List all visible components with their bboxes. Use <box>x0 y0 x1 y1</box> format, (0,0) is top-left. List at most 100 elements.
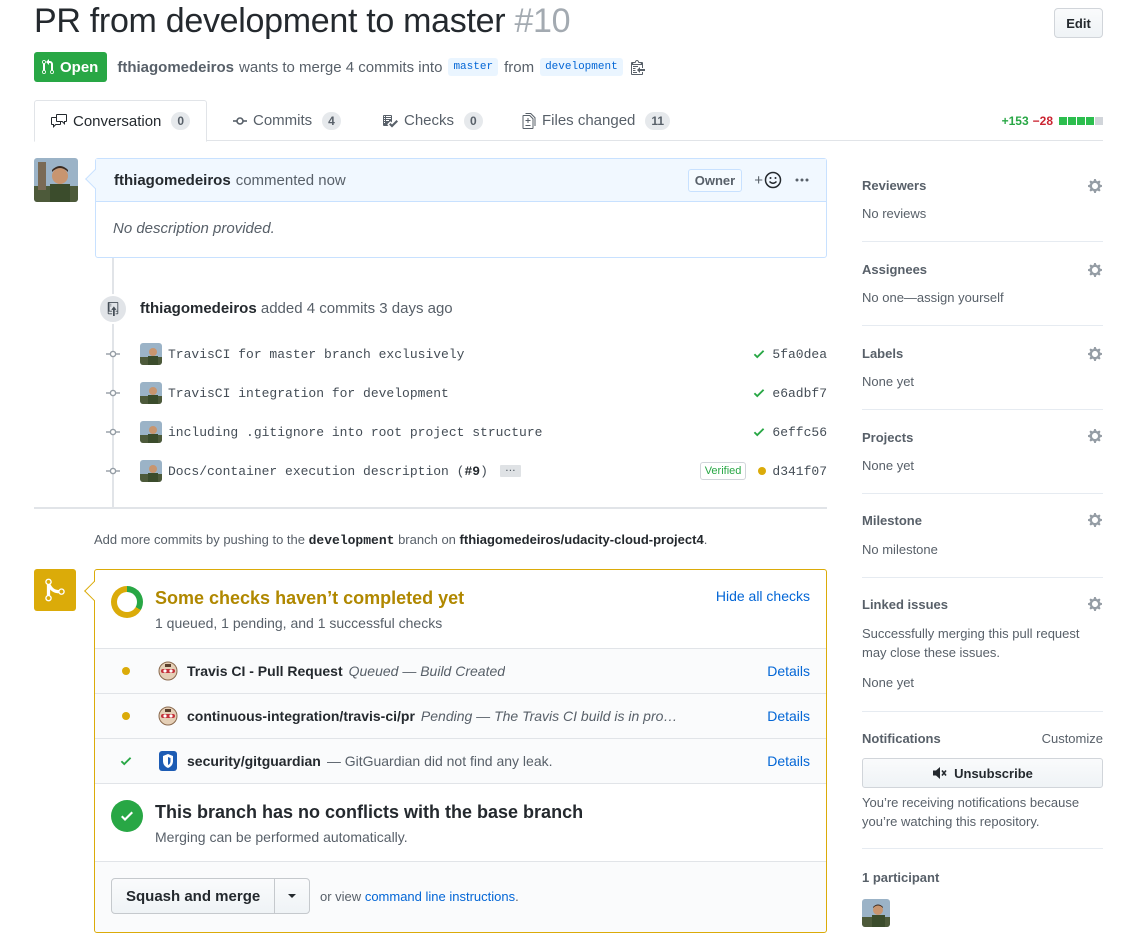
pr-reference-link[interactable]: #9 <box>464 464 480 479</box>
triangle-down-icon <box>288 894 297 898</box>
push-hint-middle: branch on <box>398 532 456 547</box>
commit-sha[interactable]: 6effc56 <box>772 425 827 440</box>
hide-all-checks-link[interactable]: Hide all checks <box>716 588 810 604</box>
gear-icon[interactable] <box>1087 428 1103 444</box>
check-icon[interactable] <box>752 386 766 400</box>
conflicts-subtitle: Merging can be performed automatically. <box>155 829 408 845</box>
verified-badge[interactable]: Verified <box>699 462 747 480</box>
commit-author-avatar[interactable] <box>140 382 162 404</box>
sidebar-title: Milestone <box>862 513 922 528</box>
commit-message[interactable]: TravisCI integration for development <box>168 386 449 401</box>
check-item: security/gitguardian — GitGuardian did n… <box>95 739 826 784</box>
check-item: Travis CI - Pull Request Queued — Build … <box>95 649 826 694</box>
comment-discussion-icon <box>51 114 67 128</box>
commit-sha[interactable]: e6adbf7 <box>772 386 827 401</box>
tab-counter: 4 <box>322 111 341 130</box>
commit-message[interactable]: TravisCI for master branch exclusively <box>168 347 464 362</box>
pending-status-icon <box>95 712 157 720</box>
squash-and-merge-button[interactable]: Squash and merge <box>112 879 276 913</box>
customize-notifications-link[interactable]: Customize <box>1042 731 1103 746</box>
sidebar-value: None yet <box>862 374 915 389</box>
check-name: continuous-integration/travis-ci/pr <box>187 708 415 724</box>
tab-conversation[interactable]: Conversation 0 <box>34 100 208 142</box>
commit-icon <box>106 347 120 361</box>
commit-author-avatar[interactable] <box>140 343 162 365</box>
edit-button[interactable]: Edit <box>1054 8 1103 38</box>
tab-checks[interactable]: Checks 0 <box>382 100 483 141</box>
owner-badge: Owner <box>687 168 743 192</box>
author-avatar[interactable] <box>34 158 78 202</box>
tab-commits[interactable]: Commits 4 <box>233 100 341 141</box>
check-icon[interactable] <box>752 425 766 439</box>
conflicts-status: This branch has no conflicts with the ba… <box>95 783 826 862</box>
comment-author[interactable]: fthiagomedeiros <box>114 172 231 189</box>
expand-message-button[interactable]: … <box>499 463 521 477</box>
push-hint-repo[interactable]: fthiagomedeiros/udacity-cloud-project4 <box>460 532 704 547</box>
diffstat: +153 −28 <box>1002 114 1103 128</box>
gear-icon[interactable] <box>1087 262 1103 278</box>
sidebar-participants: 1 participant <box>862 849 1103 934</box>
queued-status-icon <box>95 667 157 675</box>
sidebar-title: Notifications <box>862 731 941 746</box>
diffstat-blocks <box>1059 117 1103 125</box>
gear-icon[interactable] <box>1087 596 1103 612</box>
gear-icon[interactable] <box>1087 346 1103 362</box>
commit-icon <box>233 116 247 125</box>
conflicts-title: This branch has no conflicts with the ba… <box>155 802 584 822</box>
commit-author-avatar[interactable] <box>140 460 162 482</box>
repo-push-icon <box>98 294 128 324</box>
smiley-icon <box>764 171 782 189</box>
command-line-instructions-link[interactable]: command line instructions <box>365 889 515 904</box>
comment-time[interactable]: commented now <box>236 172 346 189</box>
commit-message-text: Docs/container execution description ( <box>168 463 465 479</box>
pr-tabs: Conversation 0 Commits 4 Checks 0 Files … <box>34 100 1103 142</box>
sidebar-value: No reviews <box>862 206 927 221</box>
period: . <box>515 889 519 904</box>
commit-message[interactable]: Docs/container execution description (#9… <box>168 464 488 479</box>
commit-sha[interactable]: d341f07 <box>772 464 827 479</box>
tab-label: Conversation <box>73 112 162 130</box>
gear-icon[interactable] <box>1087 178 1103 194</box>
check-item: continuous-integration/travis-ci/pr Pend… <box>95 694 826 739</box>
check-details-link[interactable]: Details <box>767 708 810 724</box>
commit-row: TravisCI integration for development e6a… <box>106 381 827 405</box>
checks-subtitle: 1 queued, 1 pending, and 1 successful ch… <box>155 615 443 631</box>
assign-yourself-link[interactable]: No one—assign yourself <box>862 290 1004 305</box>
pr-title: PR from development to master #10 <box>34 2 571 41</box>
check-details-link[interactable]: Details <box>767 753 810 769</box>
commit-row: TravisCI for master branch exclusively 5… <box>106 342 827 366</box>
tab-label: Commits <box>253 112 313 129</box>
kebab-horizontal-icon[interactable] <box>794 172 810 188</box>
pull-request-icon <box>42 59 54 75</box>
commit-message[interactable]: including .gitignore into root project s… <box>168 425 542 440</box>
reaction-plus: + <box>754 171 763 189</box>
commit-author-avatar[interactable] <box>140 421 162 443</box>
head-branch[interactable]: development <box>540 58 623 76</box>
gear-icon[interactable] <box>1087 512 1103 528</box>
merge-box: Some checks haven’t completed yet 1 queu… <box>84 569 827 933</box>
clipboard-icon[interactable] <box>630 59 645 75</box>
file-diff-icon <box>522 112 536 129</box>
sidebar-value: None yet <box>862 675 915 690</box>
pr-author[interactable]: fthiagomedeiros <box>117 59 234 76</box>
push-hint-branch: development <box>308 533 395 548</box>
sidebar-milestone: Milestone No milestone <box>862 494 1103 578</box>
add-reaction-button[interactable]: + <box>754 171 782 189</box>
unsubscribe-button[interactable]: Unsubscribe <box>862 758 1103 788</box>
push-author[interactable]: fthiagomedeiros <box>140 300 257 317</box>
commit-sha[interactable]: 5fa0dea <box>772 347 827 362</box>
sidebar-assignees: Assignees No one—assign yourself <box>862 242 1103 326</box>
pending-status-icon[interactable] <box>758 467 767 475</box>
sidebar-title: Projects <box>862 430 914 445</box>
check-icon[interactable] <box>752 347 766 361</box>
check-name: Travis CI - Pull Request <box>187 663 343 679</box>
checks-title: Some checks haven’t completed yet <box>155 588 465 608</box>
commit-message-end: ) <box>480 463 488 479</box>
sidebar-title: Linked issues <box>862 597 948 612</box>
tab-files-changed[interactable]: Files changed 11 <box>522 100 671 141</box>
participant-avatar[interactable] <box>862 899 890 927</box>
check-details-link[interactable]: Details <box>767 663 810 679</box>
merge-method-dropdown[interactable] <box>275 879 309 913</box>
push-hint: Add more commits by pushing to the devel… <box>94 532 707 548</box>
base-branch[interactable]: master <box>448 58 499 76</box>
